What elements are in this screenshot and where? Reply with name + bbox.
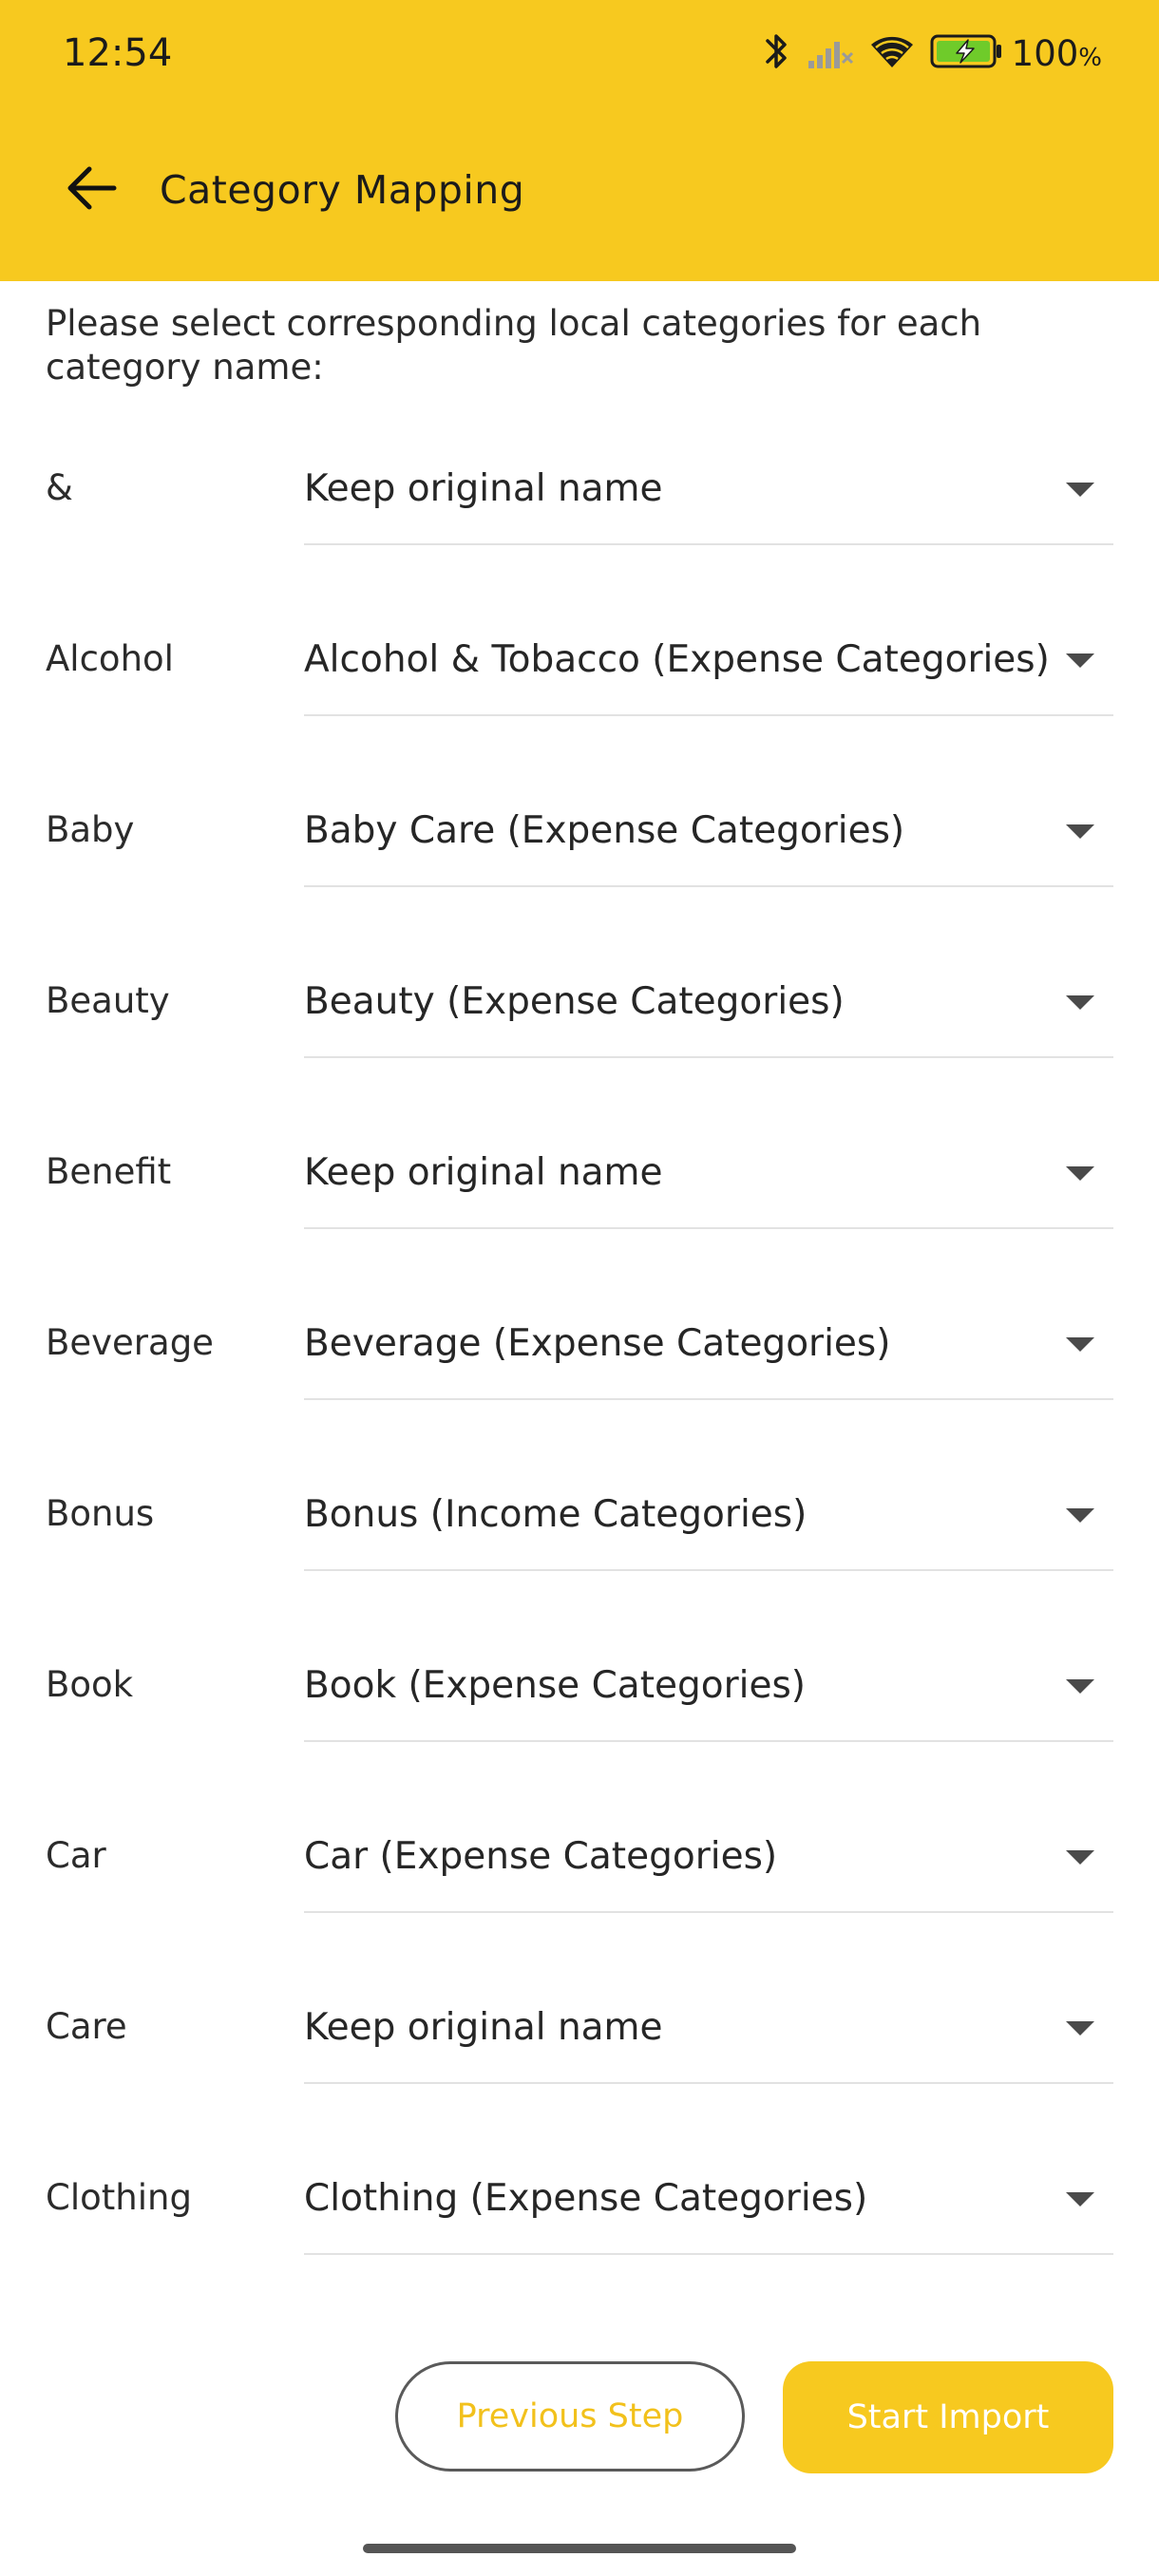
bluetooth-icon	[763, 29, 791, 77]
category-name-label: Beauty	[46, 980, 170, 1021]
arrow-left-icon	[65, 165, 118, 215]
mapping-row: Care Keep original name	[0, 1983, 1159, 2154]
category-name-label: Benefit	[46, 1151, 172, 1192]
selected-category-value: Alcohol & Tobacco (Expense Categories)	[304, 638, 1050, 681]
mapping-row: Benefit Keep original name	[0, 1128, 1159, 1299]
selected-category-value: Beauty (Expense Categories)	[304, 980, 845, 1023]
dropdown-arrow-icon	[1066, 1166, 1094, 1181]
mapping-list: & Keep original name Alcohol Alcohol & Toba…	[0, 445, 1159, 2325]
category-select-dropdown[interactable]: Keep original name	[304, 445, 1113, 545]
category-name-label: Care	[46, 2006, 127, 2047]
category-select-dropdown[interactable]: Bonus (Income Categories)	[304, 1470, 1113, 1571]
status-icons: 100%	[763, 25, 1102, 82]
dropdown-arrow-icon	[1066, 995, 1094, 1010]
cell-signal-icon	[807, 32, 854, 74]
selected-category-value: Keep original name	[304, 2006, 663, 2049]
dropdown-arrow-icon	[1066, 2192, 1094, 2207]
dropdown-arrow-icon	[1066, 1337, 1094, 1352]
selected-category-value: Book (Expense Categories)	[304, 1664, 807, 1707]
instructions-text: Please select corresponding local catego…	[46, 303, 982, 388]
mapping-row: Book Book (Expense Categories)	[0, 1641, 1159, 1812]
start-import-button[interactable]: Start Import	[783, 2361, 1113, 2473]
app-bar: 12:54 100% Category Mapping	[0, 0, 1159, 281]
category-name-label: &	[46, 467, 73, 508]
battery-percent: 100%	[1011, 32, 1102, 74]
page-title: Category Mapping	[160, 167, 525, 213]
home-indicator	[363, 2544, 796, 2553]
category-select-dropdown[interactable]: Beverage (Expense Categories)	[304, 1299, 1113, 1400]
category-name-label: Bonus	[46, 1493, 155, 1534]
selected-category-value: Beverage (Expense Categories)	[304, 1322, 891, 1365]
dropdown-arrow-icon	[1066, 2021, 1094, 2036]
category-name-label: Alcohol	[46, 638, 174, 679]
selected-category-value: Keep original name	[304, 1151, 663, 1194]
selected-category-value: Keep original name	[304, 467, 663, 510]
previous-step-button[interactable]: Previous Step	[395, 2361, 745, 2472]
category-name-label: Clothing	[46, 2177, 192, 2218]
mapping-row: Clothing Clothing (Expense Categories)	[0, 2154, 1159, 2325]
mapping-row: Baby Baby Care (Expense Categories)	[0, 786, 1159, 957]
dropdown-arrow-icon	[1066, 653, 1094, 668]
category-select-dropdown[interactable]: Book (Expense Categories)	[304, 1641, 1113, 1742]
category-select-dropdown[interactable]: Baby Care (Expense Categories)	[304, 786, 1113, 887]
selected-category-value: Car (Expense Categories)	[304, 1835, 778, 1878]
mapping-row: Beauty Beauty (Expense Categories)	[0, 957, 1159, 1128]
battery-charging-icon	[930, 32, 1004, 74]
category-select-dropdown[interactable]: Car (Expense Categories)	[304, 1812, 1113, 1913]
selected-category-value: Bonus (Income Categories)	[304, 1493, 808, 1536]
mapping-row: Bonus Bonus (Income Categories)	[0, 1470, 1159, 1641]
dropdown-arrow-icon	[1066, 824, 1094, 839]
mapping-row: Beverage Beverage (Expense Categories)	[0, 1299, 1159, 1470]
mapping-row: Alcohol Alcohol & Tobacco (Expense Catego…	[0, 616, 1159, 786]
category-name-label: Car	[46, 1835, 106, 1876]
status-time: 12:54	[63, 31, 173, 75]
selected-category-value: Baby Care (Expense Categories)	[304, 809, 905, 852]
category-select-dropdown[interactable]: Alcohol & Tobacco (Expense Categories)	[304, 616, 1113, 716]
category-name-label: Baby	[46, 809, 135, 850]
category-name-label: Beverage	[46, 1322, 214, 1363]
dropdown-arrow-icon	[1066, 483, 1094, 497]
dropdown-arrow-icon	[1066, 1508, 1094, 1523]
category-name-label: Book	[46, 1664, 134, 1705]
wifi-icon	[867, 32, 917, 74]
category-select-dropdown[interactable]: Keep original name	[304, 1128, 1113, 1229]
category-select-dropdown[interactable]: Clothing (Expense Categories)	[304, 2154, 1113, 2255]
dropdown-arrow-icon	[1066, 1679, 1094, 1694]
back-button[interactable]	[53, 152, 129, 228]
dropdown-arrow-icon	[1066, 1850, 1094, 1865]
selected-category-value: Clothing (Expense Categories)	[304, 2177, 868, 2220]
mapping-row: & Keep original name	[0, 445, 1159, 616]
category-select-dropdown[interactable]: Keep original name	[304, 1983, 1113, 2084]
mapping-row: Car Car (Expense Categories)	[0, 1812, 1159, 1983]
category-select-dropdown[interactable]: Beauty (Expense Categories)	[304, 957, 1113, 1058]
